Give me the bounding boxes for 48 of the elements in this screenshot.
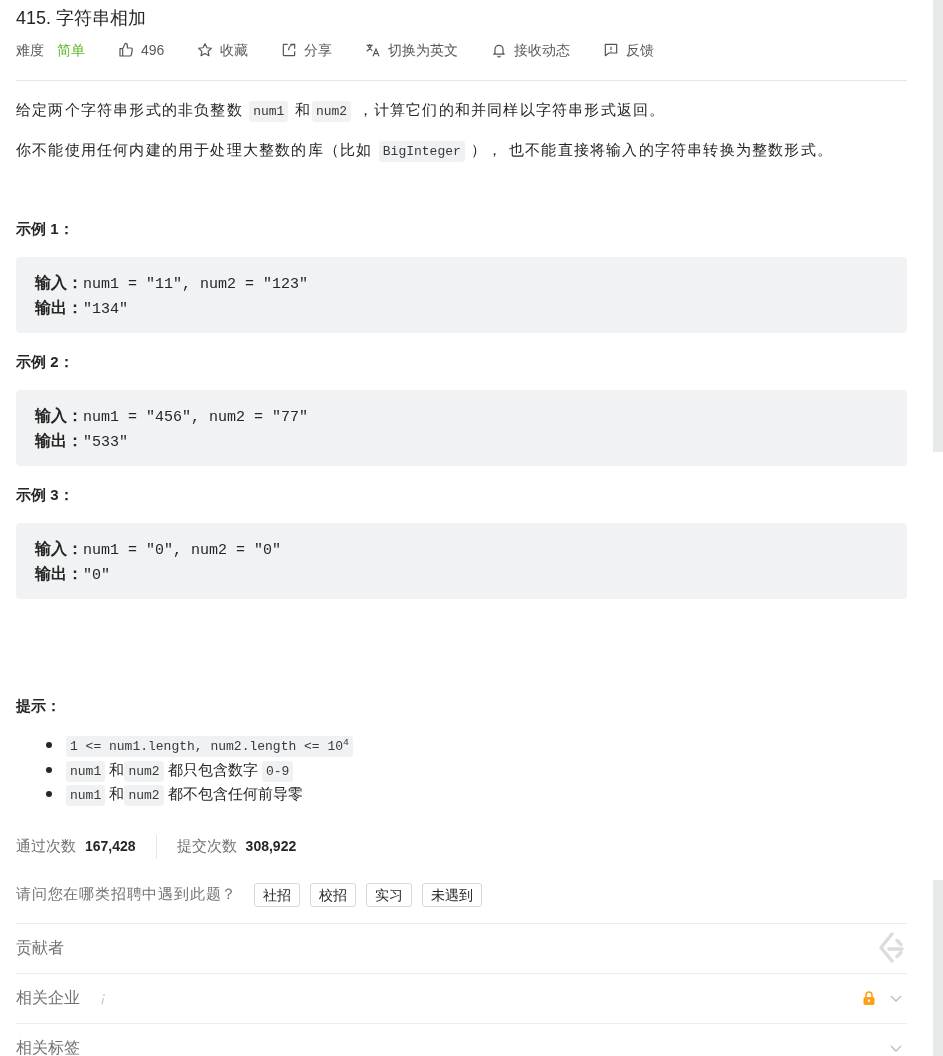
like-button[interactable]: 496 [118,40,165,60]
chevron-icon[interactable] [890,994,902,1002]
example-line: 输入：num1 = "11", num2 = "123" [35,273,310,295]
bullet-icon [46,791,52,798]
problem-title: 415. 字符串相加 [16,7,148,30]
difficulty-label: 难度 [16,41,44,60]
feedback-button[interactable]: 反馈 [603,40,655,60]
bell-icon [491,42,508,58]
subscribe-button[interactable]: 接收动态 [491,40,571,60]
section-title[interactable]: 相关标签 [16,1040,80,1056]
example-line: 输出："0" [35,564,111,586]
hint-item: 1 <= num1.length, num2.length <= 10$^{4}$ [66,733,353,758]
stat-label: 通过次数 [16,836,76,857]
survey-option-button[interactable]: 未遇到 [422,882,483,907]
stat-value: 167,428 [85,837,136,856]
hints-title: 提示： [16,696,62,716]
example-line: 输入：num1 = "456", num2 = "77" [35,406,310,428]
difficulty-value: 简单 [57,41,85,60]
favorite-button[interactable]: 收藏 [197,40,249,60]
survey-question: 请问您在哪类招聘中遇到此题？ [16,884,238,905]
hint-item: num1 和 num2 都不包含任何前导零 [66,782,303,807]
description-paragraph: 你不能使用任何内建的用于处理大整数的库（比如 BigInteger ）， 也不能直接将输入的字符串转换为整数形式。 [16,138,907,162]
survey-option-button[interactable]: 社招 [254,882,301,907]
chevron-icon[interactable] [890,1044,902,1052]
logo-icon [876,932,904,964]
thumbs-up-icon [118,42,134,58]
survey-option-button[interactable]: 校招 [310,882,357,907]
section-title: 贡献者 [16,940,64,956]
feedback-icon [603,42,620,58]
bullet-icon [46,742,52,749]
translate-button[interactable]: 切换为英文 [365,40,459,60]
share-icon [281,42,298,58]
example-title: 示例 1： [16,219,75,239]
example-line: 输入：num1 = "0", num2 = "0" [35,539,283,561]
share-button[interactable]: 分享 [281,40,333,60]
survey-option-button[interactable]: 实习 [366,882,413,907]
description-paragraph: 给定两个字符串形式的非负整数 num1 和 num2 ，计算它们的和并同样以字符串形式返回。 [16,98,907,122]
translate-icon [365,42,382,58]
example-line: 输出："134" [35,298,129,320]
stat-label: 提交次数 [176,836,237,857]
bullet-icon [46,766,52,773]
star-icon [197,42,214,58]
stat-value: 308,922 [245,837,297,856]
section-title[interactable]: 相关企业 [16,990,80,1006]
hint-item: num1 和 num2 都只包含数字 0-9 [66,757,294,782]
example-line: 输出："533" [35,431,129,453]
example-title: 示例 2： [16,352,75,372]
example-title: 示例 3： [16,485,75,505]
